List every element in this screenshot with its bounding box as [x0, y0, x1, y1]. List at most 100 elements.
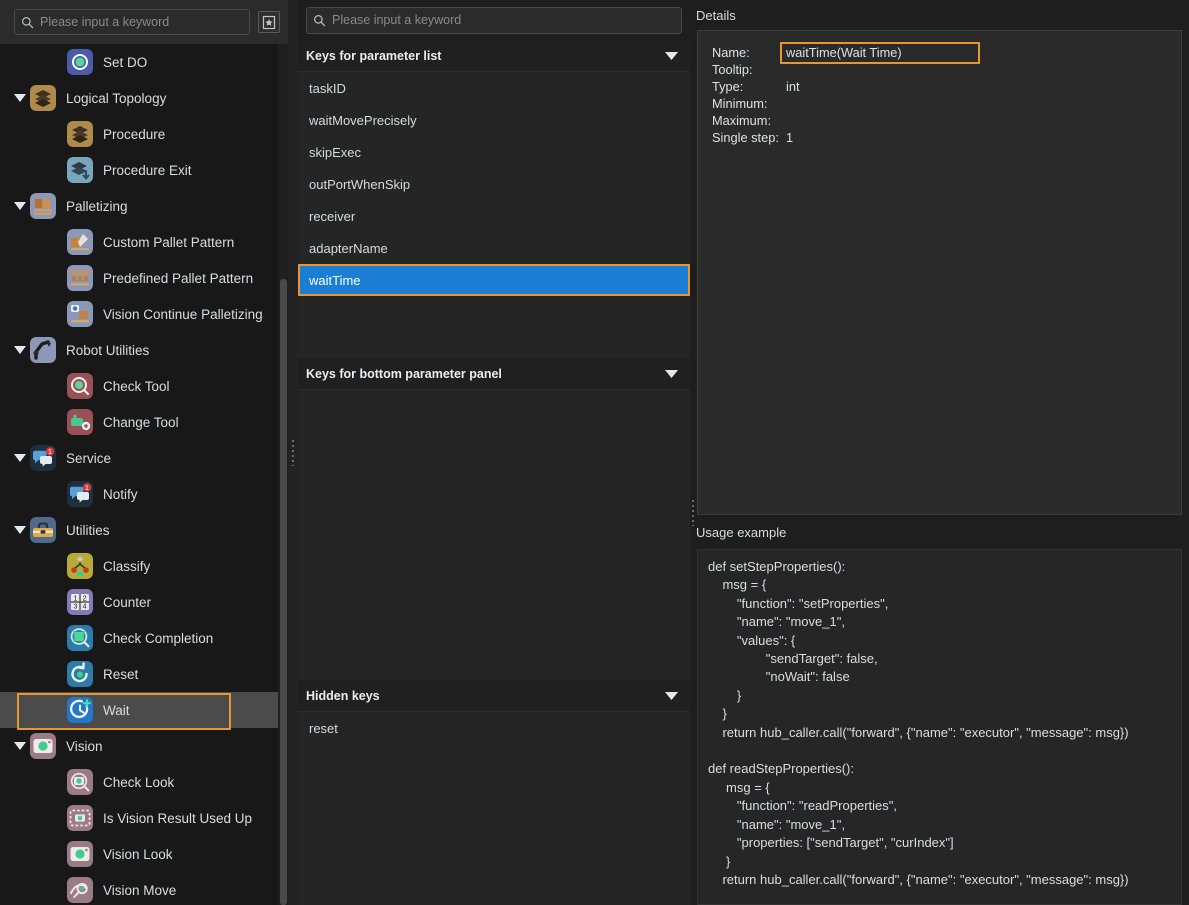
- tree-item-check-tool[interactable]: Check Tool: [0, 368, 288, 404]
- key-list-item[interactable]: waitTime: [298, 264, 690, 296]
- tree-item-procedure-exit[interactable]: Procedure Exit: [0, 152, 288, 188]
- detail-value: 1: [786, 130, 902, 147]
- middle-right-splitter-grip-icon[interactable]: [692, 500, 694, 526]
- key-list-bottom-parameter-panel[interactable]: [298, 390, 690, 680]
- layers-exit-icon: [67, 157, 93, 183]
- key-list-item[interactable]: skipExec: [298, 136, 690, 168]
- tree-item-label: Procedure Exit: [103, 163, 192, 178]
- tree-indent-spacer: [47, 836, 67, 872]
- tree-item-robot-utilities[interactable]: Robot Utilities: [0, 332, 288, 368]
- tree-item-vision-look[interactable]: Vision Look: [0, 836, 288, 872]
- tree-item-label: Vision Look: [103, 847, 173, 862]
- wait-clock-icon: [67, 697, 93, 723]
- tree-item-label: Notify: [103, 487, 138, 502]
- chevron-down-icon[interactable]: [665, 692, 678, 700]
- detail-key: Tooltip:: [712, 62, 786, 79]
- key-list-item[interactable]: receiver: [298, 200, 690, 232]
- tree-item-utilities[interactable]: Utilities: [0, 512, 288, 548]
- notify-chat-icon: 1: [67, 481, 93, 507]
- chevron-down-icon[interactable]: [10, 188, 30, 224]
- chevron-down-icon[interactable]: [10, 728, 30, 764]
- tree-item-reset[interactable]: Reset: [0, 656, 288, 692]
- chevron-down-icon[interactable]: [665, 52, 678, 60]
- chevron-down-icon[interactable]: [10, 80, 30, 116]
- check-completion-icon: [67, 625, 93, 651]
- tree-item-change-tool[interactable]: Change Tool: [0, 404, 288, 440]
- tree-item-label: Utilities: [66, 523, 110, 538]
- left-search-input[interactable]: Please input a keyword: [14, 9, 250, 35]
- details-content-box: Name:waitTime(Wait Time)Tooltip:Type:int…: [697, 30, 1182, 515]
- custom-pallet-icon: [67, 229, 93, 255]
- tree-item-label: Vision Continue Palletizing: [103, 307, 263, 322]
- details-title: Details: [690, 0, 1189, 30]
- step-library-tree[interactable]: Set DOLogical TopologyProcedure Procedure…: [0, 44, 288, 905]
- tree-item-service[interactable]: 1 Service: [0, 440, 288, 476]
- usage-example-title: Usage example: [690, 515, 1189, 549]
- detail-row: Name:waitTime(Wait Time): [712, 45, 902, 62]
- detail-value: [786, 96, 902, 113]
- detail-key: Name:: [712, 45, 786, 62]
- svg-text:1: 1: [48, 449, 52, 456]
- tree-item-set-do[interactable]: Set DO: [0, 44, 288, 80]
- tree-item-label: Check Completion: [103, 631, 213, 646]
- group-header-parameter-list[interactable]: Keys for parameter list: [298, 40, 690, 72]
- tree-item-custom-pallet-pattern[interactable]: Custom Pallet Pattern: [0, 224, 288, 260]
- chevron-down-icon[interactable]: [10, 440, 30, 476]
- tree-item-counter[interactable]: 1234Counter: [0, 584, 288, 620]
- tree-item-logical-topology[interactable]: Logical Topology: [0, 80, 288, 116]
- chevron-down-icon[interactable]: [665, 370, 678, 378]
- predefined-pallet-icon: [67, 265, 93, 291]
- vision-result-icon: [67, 805, 93, 831]
- svg-text:1: 1: [85, 485, 89, 492]
- chevron-down-icon[interactable]: [10, 512, 30, 548]
- left-middle-splitter[interactable]: [288, 0, 298, 905]
- tree-item-procedure[interactable]: Procedure: [0, 116, 288, 152]
- tree-item-label: Service: [66, 451, 111, 466]
- tree-item-wait[interactable]: Wait: [0, 692, 288, 728]
- chevron-down-icon[interactable]: [10, 332, 30, 368]
- tree-item-label: Classify: [103, 559, 150, 574]
- key-list-item[interactable]: adapterName: [298, 232, 690, 264]
- tree-item-label: Reset: [103, 667, 138, 682]
- tree-item-vision-move[interactable]: Vision Move: [0, 872, 288, 905]
- tree-item-palletizing[interactable]: Palletizing: [0, 188, 288, 224]
- keys-search-placeholder: Please input a keyword: [332, 13, 461, 27]
- key-list-item[interactable]: reset: [298, 712, 690, 744]
- tree-item-classify[interactable]: Classify: [0, 548, 288, 584]
- key-list-parameter-list[interactable]: taskIDwaitMovePreciselyskipExecoutPortWh…: [298, 72, 690, 358]
- camera-icon: [30, 733, 56, 759]
- tree-indent-spacer: [47, 548, 67, 584]
- layers-icon: [30, 85, 56, 111]
- key-list-item[interactable]: taskID: [298, 72, 690, 104]
- splitter-grip-icon: [292, 440, 294, 466]
- tree-item-label: Custom Pallet Pattern: [103, 235, 234, 250]
- toolbox-icon: [30, 517, 56, 543]
- tree-item-label: Vision Move: [103, 883, 176, 898]
- key-list-item[interactable]: outPortWhenSkip: [298, 168, 690, 200]
- tree-item-label: Check Tool: [103, 379, 170, 394]
- detail-value: int: [786, 79, 902, 96]
- group-header-bottom-parameter-panel[interactable]: Keys for bottom parameter panel: [298, 358, 690, 390]
- tree-item-predefined-pallet-pattern[interactable]: Predefined Pallet Pattern: [0, 260, 288, 296]
- tree-item-check-look[interactable]: Check Look: [0, 764, 288, 800]
- tree-indent-spacer: [47, 800, 67, 836]
- tree-indent-spacer: [47, 152, 67, 188]
- tree-item-vision-continue-palletizing[interactable]: Vision Continue Palletizing: [0, 296, 288, 332]
- bookmark-star-icon[interactable]: [258, 11, 280, 33]
- details-panel: Details Name:waitTime(Wait Time)Tooltip:…: [690, 0, 1189, 905]
- left-panel-scrollbar-thumb[interactable]: [280, 279, 287, 905]
- tree-item-label: Is Vision Result Used Up: [103, 811, 252, 826]
- step-library-panel: Please input a keyword Set DOLogical Top…: [0, 0, 288, 905]
- group-header-hidden-keys[interactable]: Hidden keys: [298, 680, 690, 712]
- keys-search-input[interactable]: Please input a keyword: [306, 7, 682, 34]
- tree-indent-spacer: [47, 764, 67, 800]
- detail-value: [786, 62, 902, 79]
- tree-item-vision[interactable]: Vision: [0, 728, 288, 764]
- key-list-hidden-keys[interactable]: reset: [298, 712, 690, 905]
- detail-value: [786, 113, 902, 130]
- key-list-item[interactable]: waitMovePrecisely: [298, 104, 690, 136]
- tree-item-check-completion[interactable]: Check Completion: [0, 620, 288, 656]
- tree-item-notify[interactable]: 1 Notify: [0, 476, 288, 512]
- left-panel-scrollbar[interactable]: [278, 44, 288, 905]
- tree-item-is-vision-result-used-up[interactable]: Is Vision Result Used Up: [0, 800, 288, 836]
